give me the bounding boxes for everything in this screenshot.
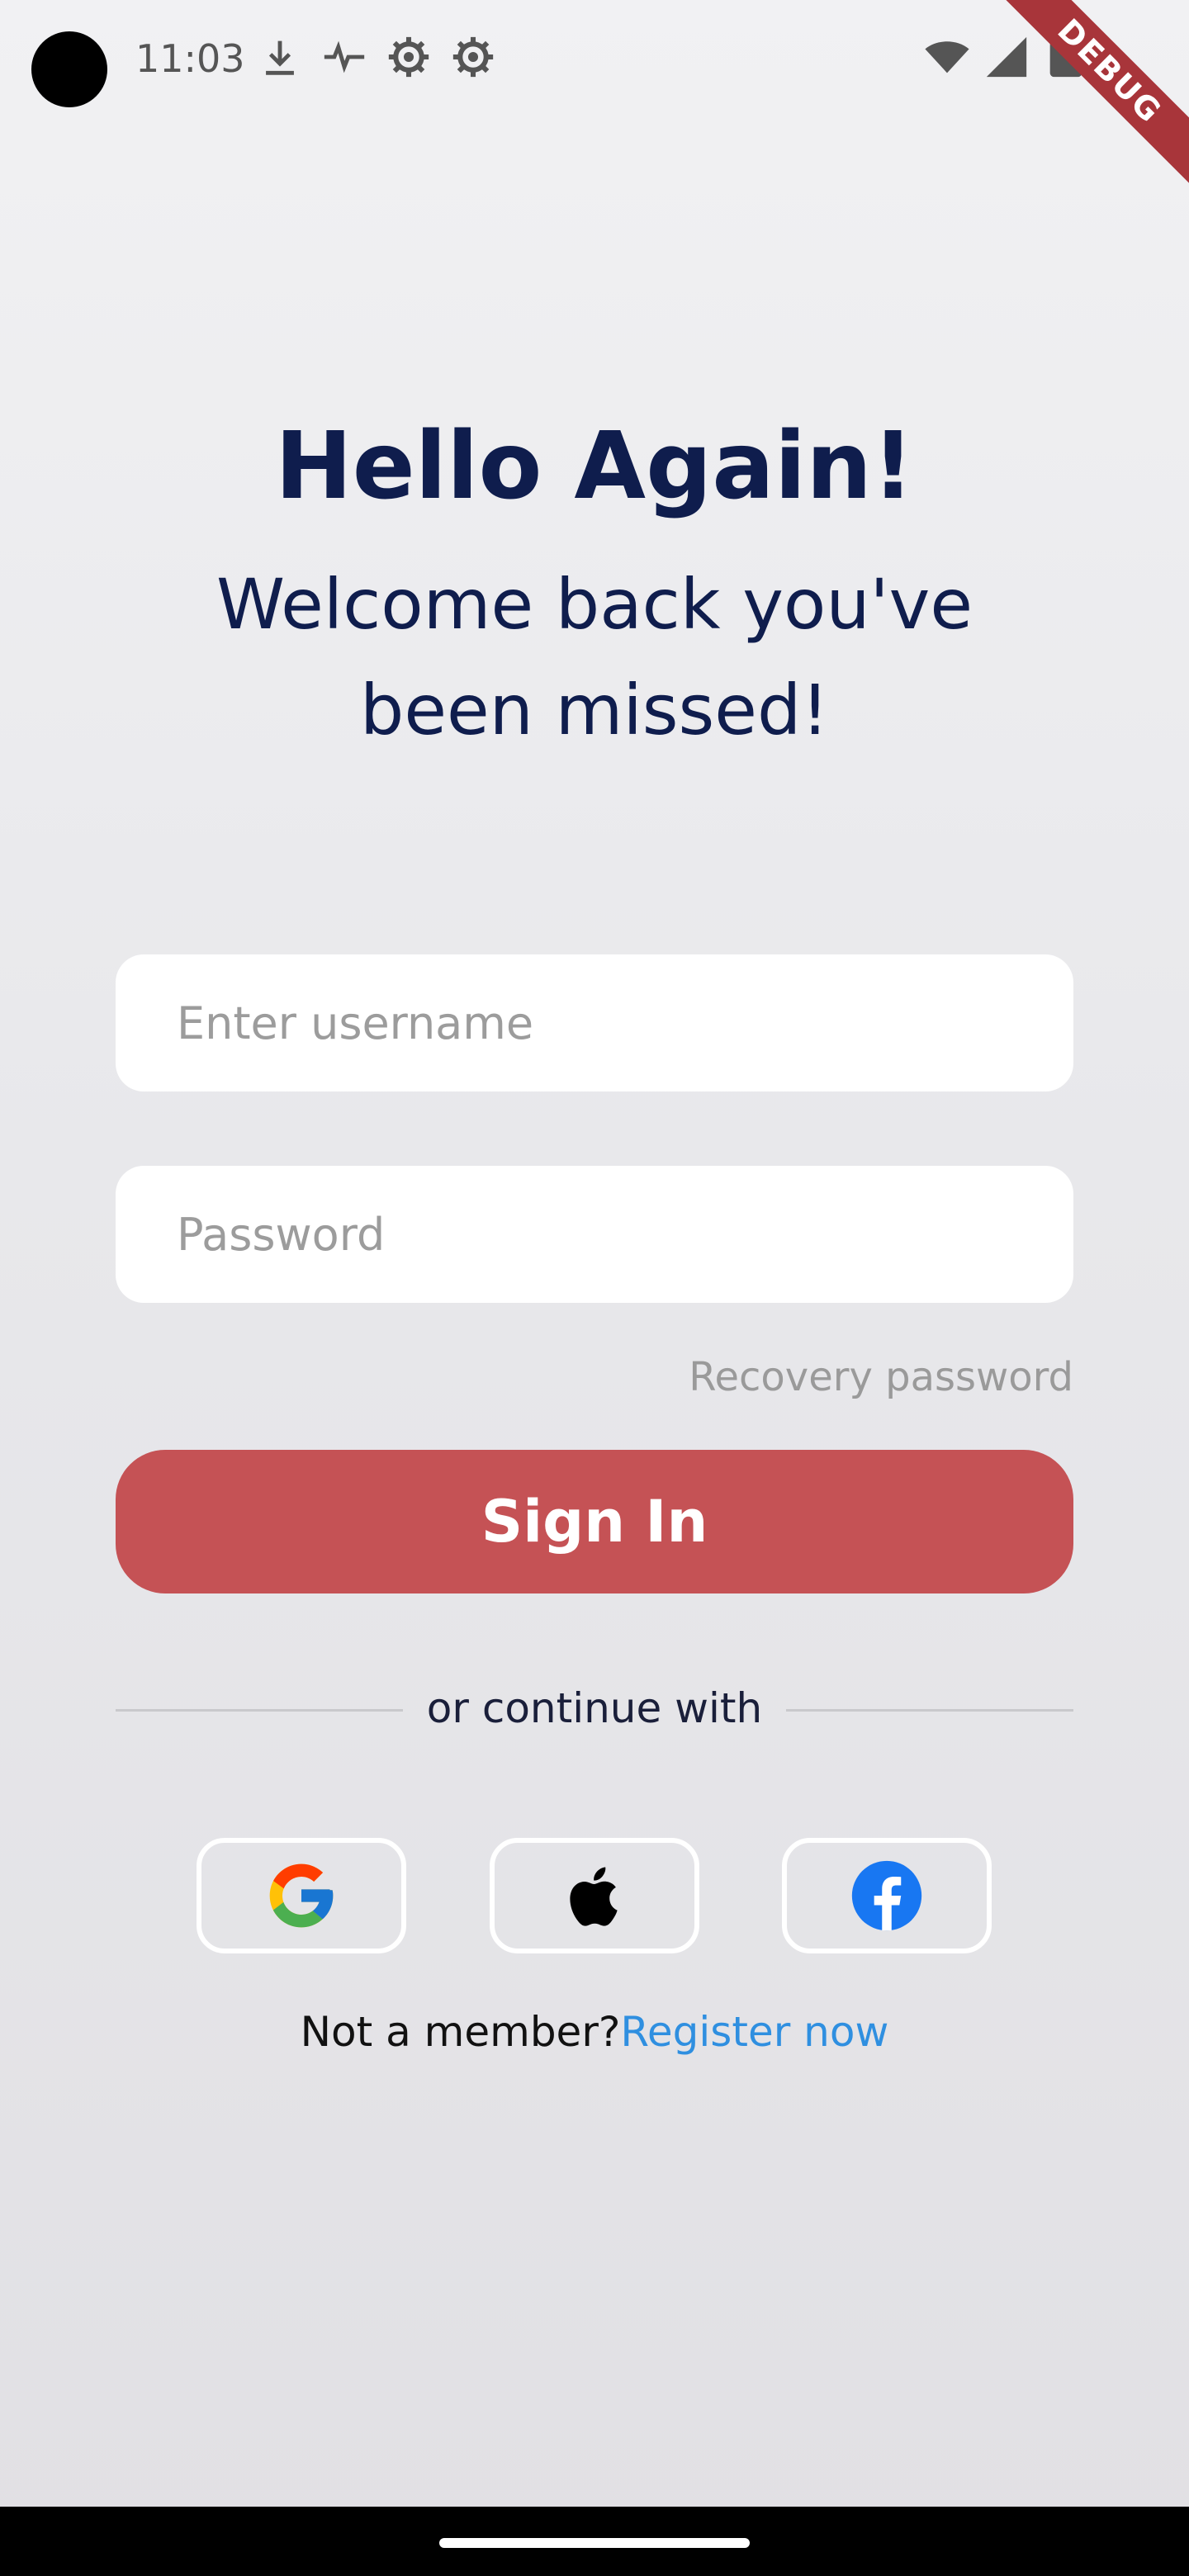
gear-icon bbox=[388, 36, 429, 78]
activity-icon bbox=[324, 40, 365, 73]
divider-line-right bbox=[786, 1709, 1073, 1712]
divider-text: or continue with bbox=[426, 1684, 763, 1732]
facebook-login-button[interactable] bbox=[782, 1838, 992, 1953]
password-field[interactable] bbox=[116, 1166, 1073, 1303]
password-input[interactable] bbox=[175, 1207, 1014, 1262]
register-now-link[interactable]: Register now bbox=[620, 2008, 888, 2056]
status-time: 11:03 bbox=[135, 36, 245, 81]
status-bar: 11:03 bbox=[0, 0, 1189, 116]
recovery-password-link[interactable]: Recovery password bbox=[689, 1354, 1073, 1400]
google-icon bbox=[269, 1863, 334, 1928]
register-prompt: Not a member? bbox=[300, 2008, 621, 2056]
gear-icon bbox=[452, 36, 494, 78]
page-subtitle: Welcome back you've been missed! bbox=[216, 564, 973, 751]
apple-icon bbox=[570, 1867, 618, 1926]
username-field[interactable] bbox=[116, 954, 1073, 1091]
download-icon bbox=[266, 40, 294, 75]
status-left-icons bbox=[256, 33, 497, 81]
wifi-icon bbox=[925, 41, 969, 73]
camera-cutout bbox=[31, 31, 107, 107]
battery-icon bbox=[1049, 39, 1082, 78]
facebook-icon bbox=[851, 1860, 922, 1931]
username-input[interactable] bbox=[175, 996, 1014, 1050]
google-login-button[interactable] bbox=[197, 1838, 406, 1953]
home-indicator[interactable] bbox=[439, 2538, 750, 2548]
cellular-signal-icon bbox=[986, 36, 1027, 78]
status-right-icons bbox=[923, 33, 1090, 81]
page-title: Hello Again! bbox=[274, 413, 915, 520]
divider-line-left bbox=[116, 1709, 403, 1712]
register-line: Not a member?Register now bbox=[0, 2008, 1189, 2056]
apple-login-button[interactable] bbox=[490, 1838, 699, 1953]
sign-in-button[interactable]: Sign In bbox=[116, 1450, 1073, 1593]
